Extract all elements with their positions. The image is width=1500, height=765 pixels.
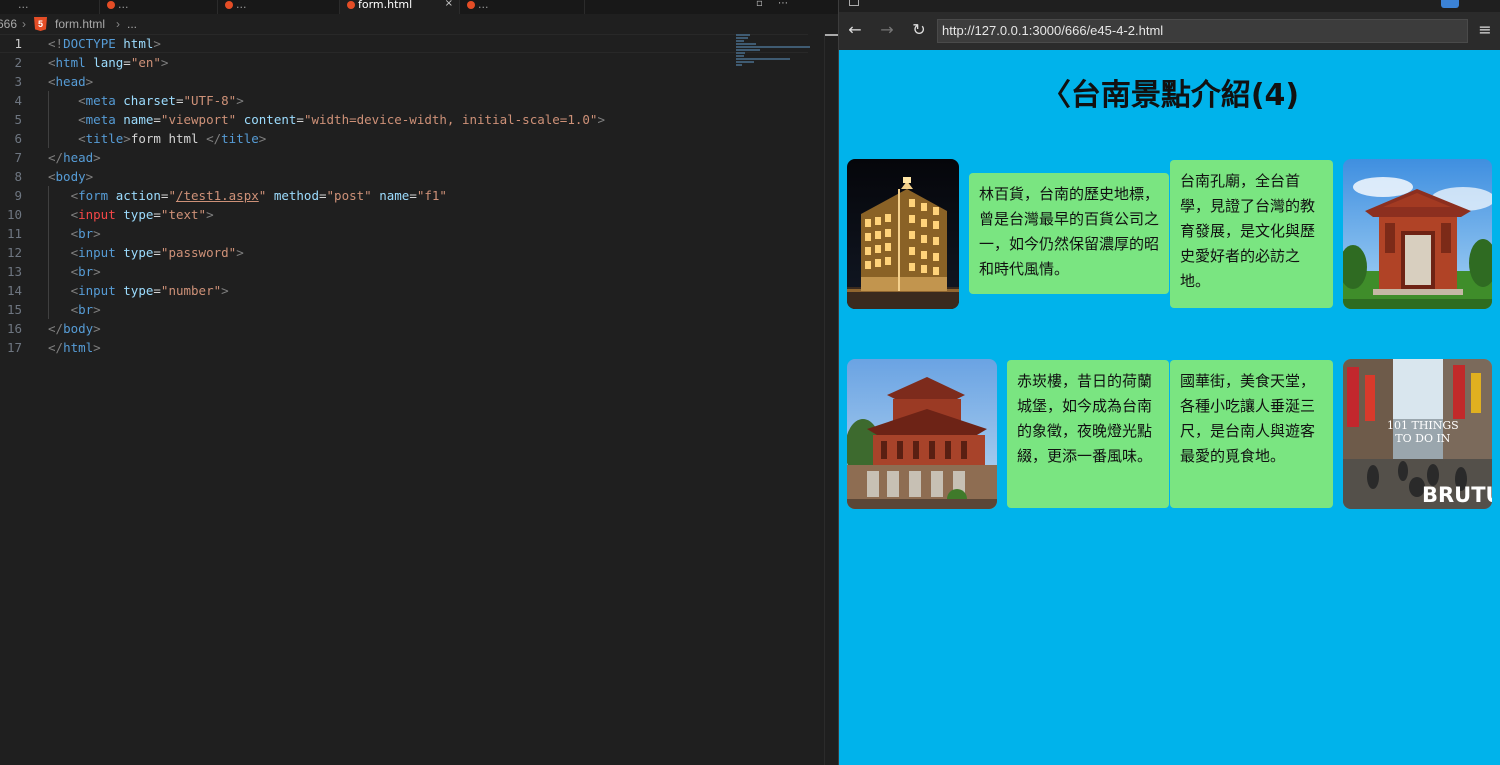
attraction-card-confucius-temple: 台南孔廟，全台首學，見證了台灣的教育發展，是文化與歷史愛好者的必訪之地。 bbox=[1170, 160, 1333, 308]
browser-window: ← → ↻ http://127.0.0.1:3000/666/e45-4-2.… bbox=[838, 0, 1500, 765]
line-number: 8 bbox=[14, 169, 22, 184]
html5-file-icon bbox=[107, 1, 115, 9]
cursor-position-marker bbox=[825, 34, 838, 36]
editor-tab[interactable]: ... bbox=[218, 0, 340, 14]
editor-tab[interactable]: ... bbox=[0, 0, 100, 14]
line-number: 2 bbox=[14, 55, 22, 70]
code-line[interactable]: <br> bbox=[48, 224, 748, 243]
html5-file-icon: 5 bbox=[34, 17, 47, 31]
menu-button[interactable]: ≡ bbox=[1476, 20, 1494, 40]
line-number: 14 bbox=[6, 283, 22, 298]
card-text: 國華街，美食天堂，各種小吃讓人垂涎三尺，是台南人與遊客最愛的覓食地。 bbox=[1180, 372, 1316, 465]
line-number: 9 bbox=[14, 188, 22, 203]
photo-chihkan-tower bbox=[847, 359, 997, 509]
browser-toolbar: ← → ↻ http://127.0.0.1:3000/666/e45-4-2.… bbox=[839, 12, 1500, 50]
html5-file-icon bbox=[347, 1, 355, 9]
code-line[interactable]: <html lang="en"> bbox=[48, 53, 748, 72]
editor-tab[interactable]: ... bbox=[460, 0, 585, 14]
chevron-right-icon: › bbox=[22, 17, 26, 31]
forward-button[interactable]: → bbox=[877, 20, 897, 40]
line-number: 15 bbox=[6, 302, 22, 317]
code-line[interactable]: </head> bbox=[48, 148, 748, 167]
line-number: 11 bbox=[6, 226, 22, 241]
html5-file-icon bbox=[225, 1, 233, 9]
line-number: 4 bbox=[14, 93, 22, 108]
code-line[interactable]: <input type="text"> bbox=[48, 205, 748, 224]
editor-scrollbar[interactable] bbox=[824, 34, 838, 765]
photo-overlay-text: 101 THINGS bbox=[1387, 419, 1459, 432]
breadcrumb-file[interactable]: form.html bbox=[55, 14, 105, 34]
line-number-gutter: 1 2 3 4 5 6 7 8 9 10 11 12 13 14 15 16 1… bbox=[0, 34, 28, 357]
code-line[interactable]: </html> bbox=[48, 338, 748, 357]
photo-lin-department-store bbox=[847, 159, 959, 309]
line-number: 13 bbox=[6, 264, 22, 279]
editor-tab-active[interactable]: form.html × bbox=[340, 0, 460, 14]
attraction-card-chihkan-tower: 赤崁樓，昔日的荷蘭城堡，如今成為台南的象徵，夜晚燈光點綴，更添一番風味。 bbox=[1007, 360, 1169, 508]
reload-button[interactable]: ↻ bbox=[909, 20, 929, 40]
breadcrumb-symbol[interactable]: ... bbox=[127, 14, 137, 34]
page-title: 〈台南景點介紹(4) bbox=[1040, 78, 1300, 113]
code-line[interactable]: </body> bbox=[48, 319, 748, 338]
line-number: 5 bbox=[14, 112, 22, 127]
minimap[interactable] bbox=[736, 34, 816, 74]
line-number: 12 bbox=[6, 245, 22, 260]
more-actions-icon[interactable]: ⋯ bbox=[778, 0, 788, 9]
code-line[interactable]: <input type="password"> bbox=[48, 243, 748, 262]
line-number: 17 bbox=[6, 340, 22, 355]
magazine-brand: BRUTU bbox=[1422, 483, 1492, 507]
editor-tab[interactable]: ... bbox=[100, 0, 218, 14]
page-icon bbox=[849, 0, 859, 6]
card-text: 林百貨，台南的歷史地標，曾是台灣最早的百貨公司之一，如今仍然保留濃厚的昭和時代風… bbox=[979, 185, 1160, 278]
breadcrumb-folder[interactable]: 666 bbox=[0, 14, 17, 34]
editor-tab-bar: ... ... ... form.html × ... ▫ ⋯ bbox=[0, 0, 838, 14]
code-line[interactable]: <br> bbox=[48, 300, 748, 319]
split-editor-icon[interactable]: ▫ bbox=[756, 0, 763, 9]
attraction-card-guohua-street: 國華街，美食天堂，各種小吃讓人垂涎三尺，是台南人與遊客最愛的覓食地。 bbox=[1170, 360, 1333, 508]
chevron-right-icon: › bbox=[116, 17, 120, 31]
line-number: 10 bbox=[6, 207, 22, 222]
code-line[interactable]: <form action="/test1.aspx" method="post"… bbox=[48, 186, 748, 205]
code-area[interactable]: <!DOCTYPE html> <html lang="en"> <head> … bbox=[0, 34, 808, 357]
close-tab-icon[interactable]: × bbox=[445, 0, 453, 9]
code-line[interactable]: <body> bbox=[48, 167, 748, 186]
card-text: 赤崁樓，昔日的荷蘭城堡，如今成為台南的象徵，夜晚燈光點綴，更添一番風味。 bbox=[1017, 372, 1153, 465]
line-number: 7 bbox=[14, 150, 22, 165]
code-line[interactable]: <!DOCTYPE html> bbox=[0, 34, 808, 53]
line-number: 16 bbox=[6, 321, 22, 336]
editor-actions: ▫ ⋯ bbox=[756, 0, 796, 14]
code-line[interactable]: <input type="number"> bbox=[48, 281, 748, 300]
code-line[interactable]: <meta name="viewport" content="width=dev… bbox=[48, 110, 748, 129]
photo-overlay-text: TO DO IN bbox=[1395, 432, 1451, 445]
code-line[interactable]: <title>form html </title> bbox=[48, 129, 748, 148]
address-bar[interactable]: http://127.0.0.1:3000/666/e45-4-2.html bbox=[937, 19, 1468, 43]
photo-guohua-street: 101 THINGS TO DO IN BRUTU bbox=[1343, 359, 1492, 509]
code-line[interactable]: <head> bbox=[48, 72, 748, 91]
code-editor: ... ... ... form.html × ... ▫ ⋯ 666 › 5 f… bbox=[0, 0, 838, 765]
card-text: 台南孔廟，全台首學，見證了台灣的教育發展，是文化與歷史愛好者的必訪之地。 bbox=[1180, 172, 1316, 290]
line-number: 3 bbox=[14, 74, 22, 89]
code-line[interactable]: <meta charset="UTF-8"> bbox=[48, 91, 748, 110]
browser-tab-strip bbox=[839, 0, 1500, 12]
html5-file-icon bbox=[467, 1, 475, 9]
code-line[interactable]: <br> bbox=[48, 262, 748, 281]
line-number: 6 bbox=[14, 131, 22, 146]
back-button[interactable]: ← bbox=[845, 20, 865, 40]
breadcrumb: 666 › 5 form.html › ... bbox=[0, 14, 838, 34]
photo-confucius-temple bbox=[1343, 159, 1492, 309]
attraction-card-lin-department-store: 林百貨，台南的歷史地標，曾是台灣最早的百貨公司之一，如今仍然保留濃厚的昭和時代風… bbox=[969, 173, 1169, 294]
profile-icon[interactable] bbox=[1441, 0, 1459, 8]
